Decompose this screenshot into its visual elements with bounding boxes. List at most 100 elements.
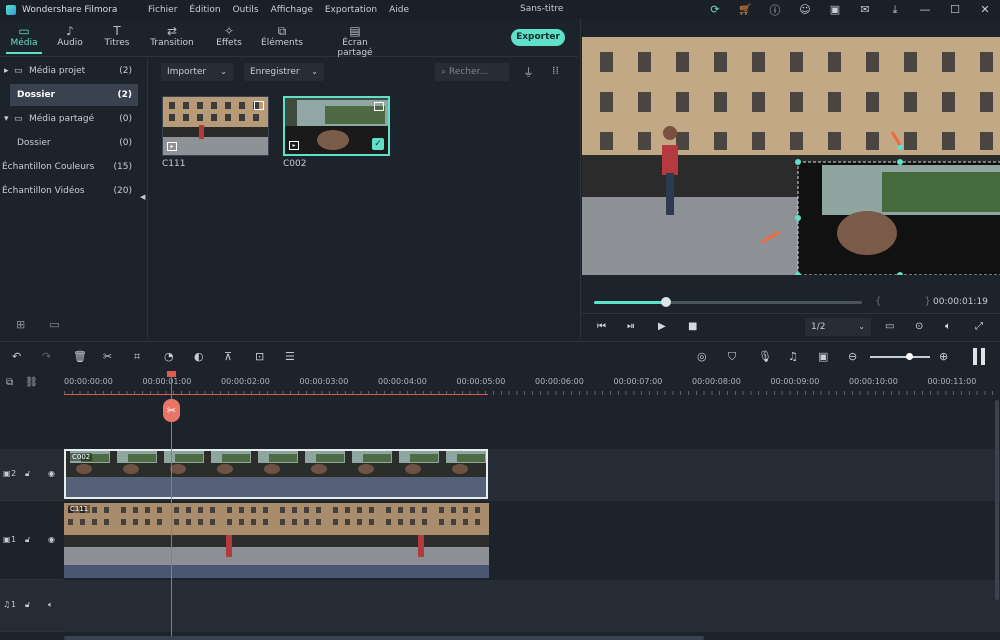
track-lane-video-1[interactable]: C111 [63, 501, 1000, 580]
marker-icon[interactable]: ⛉ [728, 350, 736, 364]
music-icon: ♪ [66, 24, 74, 38]
minimize-icon[interactable]: — [910, 3, 940, 16]
info-icon[interactable]: ⓘ [760, 2, 790, 18]
folder-count: (20) [113, 186, 132, 196]
zoom-in-icon[interactable]: ⊕ [939, 350, 948, 363]
tab-media[interactable]: ▭ Média [6, 24, 42, 54]
menu-affichage[interactable]: Affichage [271, 5, 313, 15]
eye-icon[interactable]: ◉ [48, 535, 55, 544]
playhead-cap[interactable] [167, 371, 176, 377]
split-screen-icon: ▤ [349, 24, 361, 38]
menu-fichier[interactable]: Fichier [148, 5, 177, 15]
ruler-label: 00:00:10:00 [849, 377, 898, 386]
menu-aide[interactable]: Aide [389, 5, 409, 15]
fullscreen-icon[interactable]: ⤢ [975, 321, 983, 332]
media-thumbnail-c111[interactable]: ▸ [162, 96, 269, 156]
cut-icon[interactable]: ✂ [103, 350, 112, 363]
step-forward-icon[interactable]: ⏯ [627, 321, 635, 332]
audio-mixer-icon[interactable]: ♫ [788, 350, 798, 363]
undo-icon[interactable]: ↶ [12, 350, 21, 363]
speed-icon[interactable]: ◔ [164, 350, 174, 363]
folder-outline-icon[interactable]: ▭ [49, 318, 59, 331]
track-lane-video-2[interactable]: C002 [63, 449, 1000, 501]
timeline-horizontal-scrollbar[interactable] [64, 636, 704, 640]
speaker-icon[interactable]: 🔈︎ [48, 600, 53, 610]
folder-count: (0) [119, 138, 132, 148]
folder-dossier-selected[interactable]: Dossier (2) [10, 84, 138, 106]
snapshot-icon[interactable]: ⊙ [915, 321, 923, 332]
maximize-icon[interactable]: ☐ [940, 3, 970, 16]
playhead-scissors-icon[interactable]: ✂ [163, 399, 180, 422]
play-icon[interactable]: ▶ [658, 321, 666, 332]
color-icon[interactable]: ◐ [194, 350, 204, 363]
new-folder-icon[interactable]: ⊞ [16, 318, 25, 331]
user-icon[interactable]: ☺ [790, 3, 820, 16]
export-button[interactable]: Exporter [511, 29, 565, 46]
eye-icon[interactable]: ◉ [48, 469, 55, 478]
folder-media-projet[interactable]: ▸ ▭ Média projet (2) [0, 60, 138, 82]
media-thumbnail-c002[interactable]: ▸ ✓ [283, 96, 390, 156]
tab-transition[interactable]: ⇄ Transition [150, 24, 194, 48]
filter-icon[interactable]: ⏚ [523, 64, 534, 80]
cart-icon[interactable]: 🛒︎ [730, 3, 760, 16]
import-dropdown[interactable]: Importer ⌄ [161, 63, 233, 81]
skip-back-icon[interactable]: ⏮ [597, 321, 606, 332]
menu-outils[interactable]: Outils [233, 5, 259, 15]
preview-frame-image [582, 37, 1000, 275]
tab-effets-label: Effets [216, 38, 242, 48]
redo-icon[interactable]: ↷ [42, 350, 51, 363]
save-icon[interactable]: ▣ [820, 3, 850, 16]
pause-icon[interactable] [973, 348, 985, 365]
refresh-icon[interactable]: ⟳ [700, 3, 730, 16]
timeline-clip-c111[interactable]: C111 [64, 503, 489, 578]
add-track-icon[interactable]: ⧉ [6, 377, 13, 388]
track-lane-audio-1[interactable] [63, 580, 1000, 632]
mail-icon[interactable]: ✉ [850, 3, 880, 16]
timeline-ruler[interactable]: ⧉ ⛓ 00:00:00:00 00:00:01:00 00:00:02:00 00:… [0, 371, 1000, 397]
preview-progress-bar[interactable] [594, 297, 862, 307]
search-input[interactable]: ⌕ Recher... [435, 63, 509, 81]
link-icon[interactable]: ⛓ [25, 377, 38, 388]
close-icon[interactable]: ✕ [970, 3, 1000, 16]
stabilize-icon[interactable]: ⊡ [255, 350, 264, 363]
timeline-zoom-slider[interactable] [870, 353, 930, 360]
lock-icon[interactable]: 🔓︎ [25, 600, 30, 610]
empty-lane [63, 397, 1000, 449]
monitor-icon[interactable]: ▭ [885, 321, 894, 332]
preview-quality-select[interactable]: 1/2 ⌄ [805, 318, 871, 336]
preview-canvas[interactable] [582, 37, 1000, 275]
tab-titres-label: Titres [104, 38, 130, 48]
timeline-clip-c002[interactable]: C002 [64, 449, 488, 499]
tab-titres[interactable]: T Titres [103, 24, 131, 48]
zoom-knob[interactable] [905, 353, 913, 360]
tab-ecran-partage[interactable]: ▤ Écran partagé [324, 24, 386, 58]
render-icon[interactable]: ◎ [697, 350, 707, 363]
tab-effets[interactable]: ✧ Effets [214, 24, 244, 48]
folder-dossier[interactable]: Dossier (0) [0, 132, 138, 154]
folder-echantillon-videos[interactable]: Échantillon Vidéos (20) [0, 180, 138, 202]
menu-edition[interactable]: Édition [189, 5, 220, 15]
zoom-out-icon[interactable]: ⊖ [848, 350, 857, 363]
volume-icon[interactable]: 🔈︎ [945, 321, 951, 332]
timeline-vertical-scrollbar[interactable] [995, 400, 999, 600]
tab-audio[interactable]: ♪ Audio [56, 24, 84, 48]
delete-icon[interactable]: 🗑︎ [73, 350, 87, 363]
record-dropdown[interactable]: Enregistrer ⌄ [244, 63, 324, 81]
menu-exportation[interactable]: Exportation [325, 5, 377, 15]
lock-icon[interactable]: 🔓︎ [25, 535, 30, 545]
tab-elements[interactable]: ⧉ Éléments [261, 24, 303, 48]
microphone-icon[interactable]: 🎙︎ [758, 350, 772, 363]
progress-knob[interactable] [661, 297, 672, 307]
stop-icon[interactable]: ■ [688, 321, 697, 332]
adjust-icon[interactable]: ☰ [285, 350, 295, 363]
collapse-panel-icon[interactable]: ◀ [140, 193, 145, 201]
green-screen-icon[interactable]: ⊼ [224, 350, 232, 363]
subtitles-icon[interactable]: ▣ [818, 350, 828, 363]
lock-icon[interactable]: 🔓︎ [25, 469, 30, 479]
c111-filmstrip [64, 503, 489, 565]
download-icon[interactable]: ⤓ [880, 3, 910, 17]
folder-echantillon-couleurs[interactable]: Échantillon Couleurs (15) [0, 156, 138, 178]
crop-icon[interactable]: ⌗ [134, 350, 140, 364]
folder-media-partage[interactable]: ▾ ▭ Média partagé (0) [0, 108, 138, 130]
grid-view-icon[interactable]: ⁞⁞ [552, 64, 559, 77]
